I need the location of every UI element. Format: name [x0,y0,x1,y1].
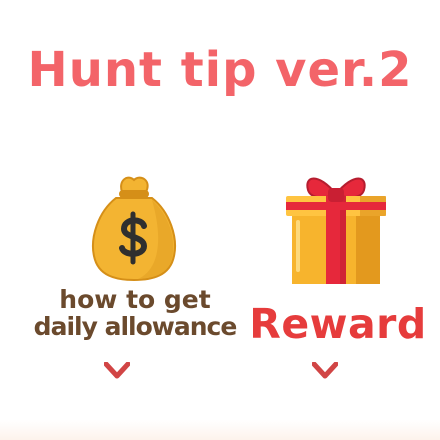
chevron-down-icon [312,362,338,379]
right-caption: Reward [249,300,427,348]
chevron-down-icon [104,362,130,379]
page-title: Hunt tip ver.2 [27,42,413,98]
left-caption: how to get daily allowance [20,286,250,340]
gift-box-icon [286,177,386,284]
left-caption-line2: daily allowance [33,312,238,341]
money-bag-icon [92,176,176,282]
bottom-band [0,420,440,440]
canvas: Hunt tip ver.2 how to get daily allowanc… [0,0,440,440]
left-caption-line1: how to get [59,285,211,314]
